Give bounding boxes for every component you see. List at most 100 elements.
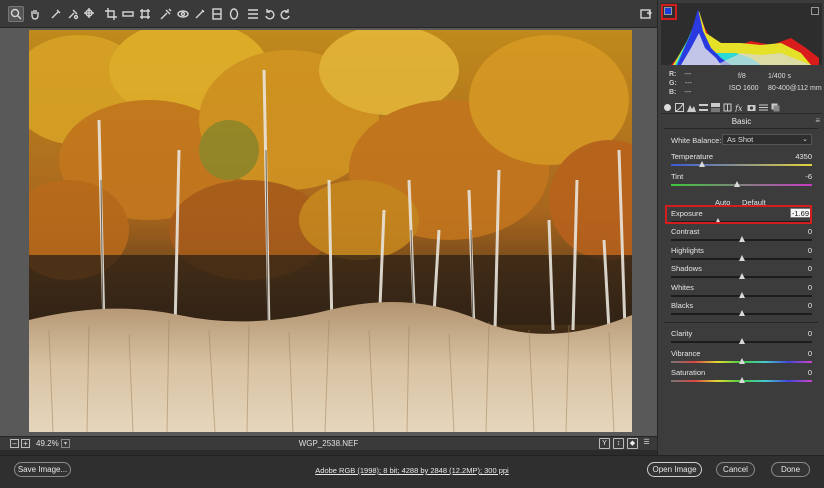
white-balance-value: As Shot [727, 135, 754, 144]
view-settings-icon[interactable]: ☰ [641, 438, 652, 449]
tint-label: Tint [671, 172, 684, 181]
blacks-value[interactable]: 0 [808, 301, 812, 310]
green-readout: G: --- [669, 80, 692, 87]
vibrance-value[interactable]: 0 [808, 349, 812, 358]
red-readout: R: --- [669, 71, 691, 78]
whites-value[interactable]: 0 [808, 283, 812, 292]
straighten-tool-icon[interactable] [120, 6, 136, 22]
saturation-label: Saturation [671, 368, 706, 377]
highlights-label: Highlights [671, 246, 704, 255]
hand-tool-icon[interactable] [27, 6, 43, 22]
temperature-value[interactable]: 4350 [795, 152, 812, 161]
image-preview-area[interactable] [0, 28, 657, 436]
rotate-right-icon[interactable] [277, 6, 293, 22]
tab-basic-icon[interactable] [663, 103, 672, 112]
shutter-speed: 1/400 s [768, 73, 791, 80]
shadow-clip-highlight-box [661, 4, 677, 20]
rotate-left-icon[interactable] [262, 6, 278, 22]
blue-value: --- [684, 89, 692, 96]
panel-tabs: fx [661, 101, 822, 114]
vibrance-thumb[interactable] [738, 358, 745, 364]
highlights-thumb[interactable] [738, 255, 745, 261]
contrast-thumb[interactable] [738, 236, 745, 242]
cancel-button[interactable]: Cancel [716, 462, 755, 477]
divider [664, 322, 818, 323]
shadows-value[interactable]: 0 [808, 264, 812, 273]
clarity-thumb[interactable] [738, 338, 745, 344]
shadows-slider[interactable]: Shadows 0 [671, 264, 812, 282]
tab-snapshots-icon[interactable] [771, 103, 780, 112]
bottom-bar: Save Image... Adobe RGB (1998); 8 bit; 4… [0, 455, 824, 488]
whites-thumb[interactable] [738, 292, 745, 298]
tab-effects-icon[interactable]: fx [735, 103, 744, 112]
histogram [661, 3, 822, 65]
clarity-value[interactable]: 0 [808, 329, 812, 338]
whites-label: Whites [671, 283, 694, 292]
green-value: --- [684, 80, 692, 87]
color-sampler-tool-icon[interactable] [65, 6, 81, 22]
clarity-slider[interactable]: Clarity 0 [671, 329, 812, 347]
white-balance-tool-icon[interactable] [48, 6, 64, 22]
preferences-icon[interactable] [245, 6, 261, 22]
tint-slider[interactable]: Tint -6 [671, 172, 812, 190]
toolbar [0, 0, 657, 28]
before-after-y-icon[interactable]: Y [599, 438, 610, 449]
zoom-tool-icon[interactable] [8, 6, 24, 22]
contrast-label: Contrast [671, 227, 700, 236]
toggle-fullscreen-icon[interactable] [638, 6, 654, 22]
tab-presets-icon[interactable] [759, 103, 768, 112]
temperature-slider[interactable]: Temperature 4350 [671, 152, 812, 170]
open-image-button[interactable]: Open Image [647, 462, 702, 477]
blacks-slider[interactable]: Blacks 0 [671, 301, 812, 319]
highlight-clipping-warning[interactable] [811, 7, 819, 15]
graduated-filter-tool-icon[interactable] [209, 6, 225, 22]
highlights-value[interactable]: 0 [808, 246, 812, 255]
shadows-thumb[interactable] [738, 273, 745, 279]
exposure-highlight-box [665, 205, 812, 224]
histogram-graph [671, 9, 819, 65]
saturation-value[interactable]: 0 [808, 368, 812, 377]
shadows-label: Shadows [671, 264, 702, 273]
tab-hsl-icon[interactable] [699, 103, 708, 112]
crop-tool-icon[interactable] [103, 6, 119, 22]
copy-settings-icon[interactable]: ◆ [627, 438, 638, 449]
red-eye-tool-icon[interactable] [175, 6, 191, 22]
before-after-swap-icon[interactable]: ↕ [613, 438, 624, 449]
saturation-thumb[interactable] [738, 377, 745, 383]
shadow-clipping-warning[interactable] [661, 4, 677, 20]
contrast-value[interactable]: 0 [808, 227, 812, 236]
tab-tone-curve-icon[interactable] [675, 103, 684, 112]
blacks-thumb[interactable] [738, 310, 745, 316]
clarity-label: Clarity [671, 329, 693, 338]
transform-tool-icon[interactable] [137, 6, 153, 22]
aperture: f/8 [738, 73, 746, 80]
saturation-slider[interactable]: Saturation 0 [671, 368, 812, 386]
adjustment-panel: R: --- G: --- B: --- f/8 1/400 s ISO 1600 8… [657, 0, 824, 455]
tab-detail-icon[interactable] [687, 103, 696, 112]
done-button[interactable]: Done [771, 462, 810, 477]
blue-readout: B: --- [669, 89, 691, 96]
status-bar: – + 49.2% ▾ WGP_2538.NEF Y ↕ ◆ ☰ [0, 436, 657, 450]
tint-thumb[interactable] [734, 181, 741, 187]
tab-split-toning-icon[interactable] [711, 103, 720, 112]
photo-preview[interactable] [29, 30, 632, 432]
red-value: --- [684, 71, 692, 78]
vibrance-slider[interactable]: Vibrance 0 [671, 349, 812, 367]
adjustment-brush-tool-icon[interactable] [192, 6, 208, 22]
spot-removal-tool-icon[interactable] [158, 6, 174, 22]
tint-value[interactable]: -6 [805, 172, 812, 181]
section-title-basic: Basic [731, 117, 752, 126]
white-balance-select[interactable]: As Shot ⌄ [722, 134, 812, 145]
temperature-thumb[interactable] [699, 161, 706, 167]
readout-area: R: --- G: --- B: --- f/8 1/400 s ISO 1600 8… [661, 68, 822, 98]
panel-menu-icon[interactable]: ≡ [815, 116, 820, 125]
contrast-slider[interactable]: Contrast 0 [671, 227, 812, 245]
divider [664, 128, 818, 129]
radial-filter-tool-icon[interactable] [226, 6, 242, 22]
whites-slider[interactable]: Whites 0 [671, 283, 812, 301]
targeted-adjustment-tool-icon[interactable] [82, 6, 98, 22]
chevron-down-icon: ⌄ [802, 136, 808, 143]
tab-lens-icon[interactable] [723, 103, 732, 112]
highlights-slider[interactable]: Highlights 0 [671, 246, 812, 264]
tab-camera-calibration-icon[interactable] [747, 103, 756, 112]
